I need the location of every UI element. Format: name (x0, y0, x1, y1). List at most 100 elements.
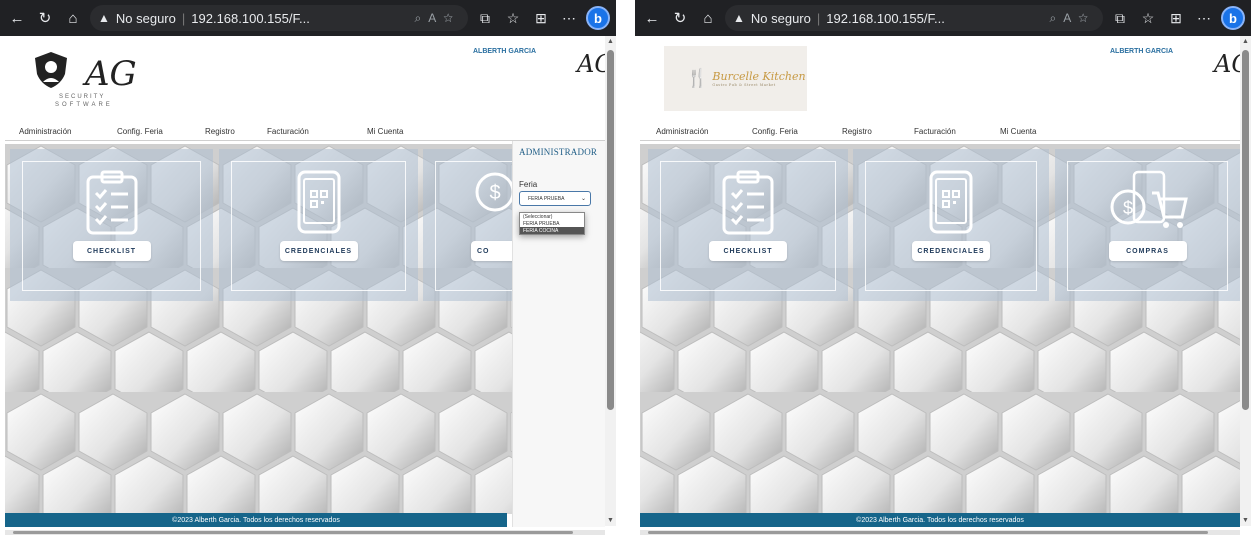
warning-icon: ▲ (98, 11, 110, 25)
scrollbar-thumb[interactable] (1242, 50, 1249, 410)
refresh-icon[interactable]: ↻ (34, 9, 56, 27)
menu-item-administracion[interactable]: Administración (19, 127, 71, 136)
menu-item-mi-cuenta[interactable]: Mi Cuenta (367, 127, 403, 136)
utensils-icon: 🍴 (686, 68, 708, 88)
clipboard-checklist-icon (86, 170, 137, 235)
collections-icon[interactable]: ⧉ (474, 10, 496, 27)
vertical-scrollbar[interactable]: ▲ ▼ (605, 36, 616, 526)
more-icon[interactable]: ⋯ (1193, 10, 1215, 27)
security-label: No seguro (750, 10, 811, 26)
footer-text: ©2023 Alberth Garcia. Todos los derechos… (172, 516, 340, 524)
credenciales-button[interactable]: CREDENCIALES (279, 241, 358, 261)
collections-icon[interactable]: ⧉ (1109, 10, 1131, 27)
back-icon[interactable]: ← (6, 10, 28, 27)
home-icon[interactable]: ⌂ (697, 10, 719, 27)
menu-item-mi-cuenta[interactable]: Mi Cuenta (1000, 127, 1036, 136)
brand-name-text: Burcelle Kitchen (712, 70, 806, 83)
compras-button[interactable]: COMPRAS (1108, 241, 1187, 261)
favorites-icon[interactable]: ☆ (502, 10, 524, 27)
chevron-down-icon: ⌄ (580, 196, 586, 202)
extensions-icon[interactable]: ⊞ (530, 10, 552, 27)
url-text: 192.168.100.155/F... (826, 10, 945, 26)
bing-icon[interactable]: b (586, 6, 610, 30)
corner-ag-logo: AG (577, 50, 605, 78)
scroll-down-icon[interactable]: ▼ (607, 517, 614, 524)
brand-logo: 🍴 Burcelle Kitchen Gastro Pub & Street M… (664, 46, 807, 111)
card-checklist[interactable]: CHECKLIST (648, 149, 848, 301)
menu-item-config-feria[interactable]: Config. Feria (117, 127, 163, 136)
footer: ©2023 Alberth Garcia. Todos los derechos… (640, 513, 1240, 527)
address-tools-icons[interactable]: ⌕A☆ (1049, 11, 1095, 26)
security-label: No seguro (115, 10, 176, 26)
scroll-up-icon[interactable]: ▲ (607, 38, 614, 45)
security-software-logo: AG SECURITY SOFTWARE (31, 50, 151, 108)
bing-icon[interactable]: b (1221, 6, 1245, 30)
refresh-icon[interactable]: ↻ (669, 9, 691, 27)
svg-text:$: $ (1122, 198, 1132, 218)
clipboard-checklist-icon (722, 170, 774, 235)
logo-line1: SECURITY (59, 94, 106, 100)
horizontal-scrollbar[interactable] (640, 530, 1240, 535)
more-icon[interactable]: ⋯ (558, 10, 580, 27)
brand-tagline: Gastro Pub & Street Market (712, 83, 776, 87)
warning-icon: ▲ (733, 11, 745, 25)
card-credenciales[interactable]: CREDENCIALES (219, 149, 418, 301)
back-icon[interactable]: ← (641, 10, 663, 27)
card-compras[interactable]: $ CO (423, 149, 532, 301)
vertical-scrollbar[interactable]: ▲ ▼ (1240, 36, 1251, 526)
card-checklist[interactable]: CHECKLIST (10, 149, 213, 301)
main-menu: Administración Config. Feria Registro Fa… (640, 124, 1240, 141)
admin-panel: ADMINISTRADOR Feria FERIA PRUEBA ⌄ (Sele… (512, 141, 605, 527)
browser-window-user: ← ↻ ⌂ ▲ No seguro | 192.168.100.155/F...… (635, 0, 1251, 535)
menu-item-facturacion[interactable]: Facturación (267, 127, 309, 136)
address-tools-icons[interactable]: ⌕A☆ (414, 11, 460, 26)
phone-qr-icon (929, 170, 973, 234)
user-name: ALBERTH GARCIA (473, 48, 536, 55)
menu-item-administracion[interactable]: Administración (656, 127, 708, 136)
feria-option-cocina[interactable]: FERIA COCINA (520, 227, 584, 234)
corner-ag-logo: AG (1214, 50, 1240, 78)
scrollbar-thumb[interactable] (607, 50, 614, 410)
scroll-up-icon[interactable]: ▲ (1242, 38, 1249, 45)
address-bar[interactable]: ▲ No seguro | 192.168.100.155/F... ⌕A☆ (90, 5, 468, 31)
credenciales-button[interactable]: CREDENCIALES (912, 241, 990, 261)
extensions-icon[interactable]: ⊞ (1165, 10, 1187, 27)
address-separator: | (181, 10, 186, 26)
address-separator: | (816, 10, 821, 26)
menu-item-config-feria[interactable]: Config. Feria (752, 127, 798, 136)
logo-line2: SOFTWARE (55, 102, 113, 108)
browser-toolbar: ← ↻ ⌂ ▲ No seguro | 192.168.100.155/F...… (635, 0, 1251, 36)
user-name: ALBERTH GARCIA (1110, 48, 1173, 55)
checklist-button[interactable]: CHECKLIST (72, 241, 151, 261)
scroll-down-icon[interactable]: ▼ (1242, 517, 1249, 524)
menu-item-registro[interactable]: Registro (205, 127, 235, 136)
address-bar[interactable]: ▲ No seguro | 192.168.100.155/F... ⌕A☆ (725, 5, 1103, 31)
logo-ag-text: AG (85, 54, 137, 94)
page-content: 🍴 Burcelle Kitchen Gastro Pub & Street M… (640, 36, 1240, 531)
card-credenciales[interactable]: CREDENCIALES (853, 149, 1049, 301)
feria-dropdown-list: (Seleccionar) FERIA PRUEBA FERIA COCINA (519, 212, 585, 235)
feria-select[interactable]: FERIA PRUEBA ⌄ (519, 191, 591, 206)
svg-text:$: $ (489, 182, 500, 204)
menu-item-facturacion[interactable]: Facturación (914, 127, 956, 136)
browser-toolbar: ← ↻ ⌂ ▲ No seguro | 192.168.100.155/F...… (0, 0, 616, 36)
menu-item-registro[interactable]: Registro (842, 127, 872, 136)
admin-title: ADMINISTRADOR (519, 147, 598, 157)
feria-option-prueba[interactable]: FERIA PRUEBA (520, 220, 584, 227)
dollar-cart-icon: $ (1110, 170, 1188, 228)
footer-text: ©2023 Alberth Garcia. Todos los derechos… (856, 516, 1024, 524)
phone-qr-icon (297, 170, 340, 234)
url-text: 192.168.100.155/F... (191, 10, 310, 26)
hscroll-thumb[interactable] (13, 531, 573, 534)
feria-option-seleccionar[interactable]: (Seleccionar) (520, 213, 584, 220)
favorites-icon[interactable]: ☆ (1137, 10, 1159, 27)
page-content: AG SECURITY SOFTWARE ALBERTH GARCIA AG A… (5, 36, 605, 531)
feria-label: Feria (519, 180, 538, 189)
home-icon[interactable]: ⌂ (62, 10, 84, 27)
checklist-button[interactable]: CHECKLIST (709, 241, 787, 261)
main-menu: Administración Config. Feria Registro Fa… (5, 124, 605, 141)
card-compras[interactable]: $ COMPRAS (1055, 149, 1240, 301)
browser-window-admin: ← ↻ ⌂ ▲ No seguro | 192.168.100.155/F...… (0, 0, 616, 535)
hscroll-thumb[interactable] (648, 531, 1208, 534)
horizontal-scrollbar[interactable] (5, 530, 605, 535)
